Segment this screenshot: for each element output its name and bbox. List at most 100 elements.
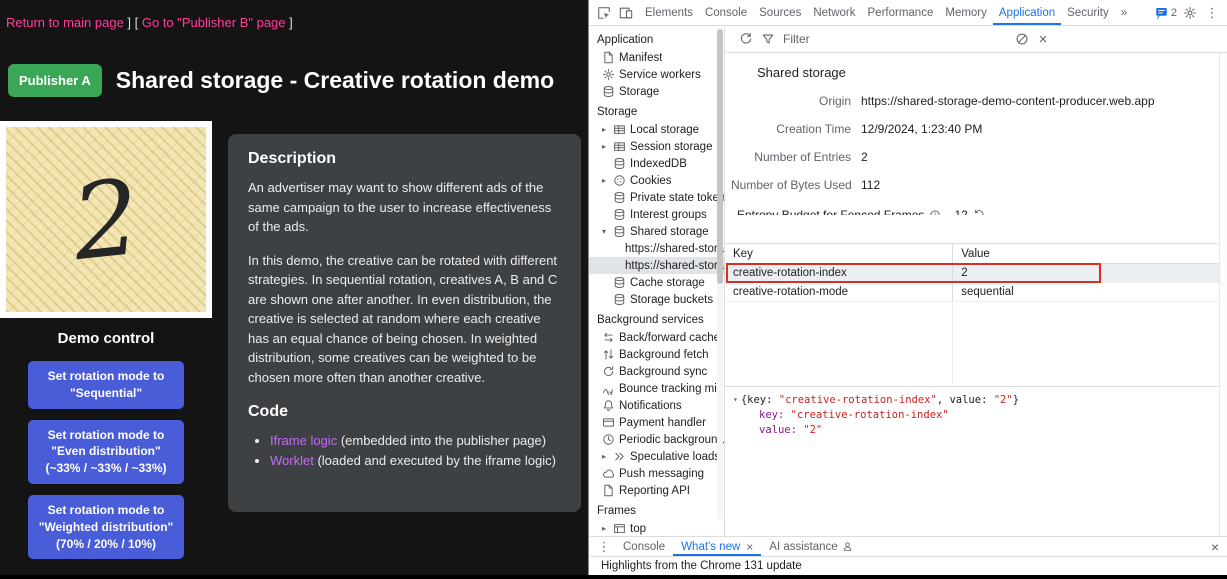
drawer-tab-console[interactable]: Console [615,537,673,556]
issues-count: 2 [1171,7,1177,19]
sidebar-item-local-storage[interactable]: ▸ Local storage [589,121,724,138]
table-row-creative-rotation-index[interactable]: creative-rotation-index 2 [725,264,1219,283]
caret-down-icon[interactable]: ▾ [602,227,613,236]
meta-entries-value: 2 [861,150,1227,164]
table-row-creative-rotation-mode[interactable]: creative-rotation-mode sequential [725,283,1219,302]
sidebar-item-cookies[interactable]: ▸ Cookies [589,172,724,189]
back-forward-arrows-icon [602,331,615,344]
close-drawer-icon[interactable]: × [1203,539,1227,555]
sidebar-item-background-fetch[interactable]: Background fetch [589,346,724,363]
rotation-weighted-distribution-button[interactable]: Set rotation mode to "Weighted distribut… [28,495,184,559]
sidebar-item-service-workers[interactable]: Service workers [589,66,724,83]
more-options-icon[interactable]: ⋮ [1201,2,1223,24]
sidebar-section-storage: Storage [589,100,724,121]
sidebar-item-background-sync[interactable]: Background sync [589,363,724,380]
link-separator: ] [ [124,15,142,30]
rotation-even-distribution-button[interactable]: Set rotation mode to "Even distribution"… [28,420,184,484]
settings-gear-icon[interactable] [1179,2,1201,24]
table-empty-area [725,302,1219,386]
sidebar-scrollbar[interactable] [717,29,723,519]
frame-icon [613,522,626,535]
shared-storage-table: Key Value creative-rotation-index 2 crea… [725,243,1219,386]
sidebar-item-private-state-tokens[interactable]: Private state tokens [589,189,724,206]
tab-sources[interactable]: Sources [753,0,807,25]
sidebar-item-notifications[interactable]: Notifications [589,397,724,414]
tab-application[interactable]: Application [993,0,1061,25]
expanded-caret-icon[interactable]: ▾ [733,392,738,407]
clear-all-icon[interactable] [1011,28,1033,50]
worklet-link[interactable]: Worklet [270,453,314,468]
issues-badge[interactable]: 2 [1155,6,1177,19]
tab-performance[interactable]: Performance [862,0,940,25]
sidebar-item-shared-storage[interactable]: ▾ Shared storage [589,223,724,240]
tab-memory[interactable]: Memory [939,0,993,25]
sidebar-section-application: Application [589,28,724,49]
inspect-element-icon[interactable] [593,2,615,24]
sidebar-item-bounce-tracking-mitigations[interactable]: Bounce tracking miti… [589,380,724,397]
column-header-key[interactable]: Key [725,244,952,263]
sidebar-item-session-storage[interactable]: ▸ Session storage [589,138,724,155]
caret-right-icon[interactable]: ▸ [602,125,613,134]
sidebar-item-back-forward-cache[interactable]: Back/forward cache [589,329,724,346]
sidebar-item-shared-storage-origin-2[interactable]: https://shared-storage… [589,257,724,274]
sidebar-item-shared-storage-origin-1[interactable]: https://shared-storage… [589,240,724,257]
meta-origin-label: Origin [731,94,851,108]
sidebar-item-storage[interactable]: Storage [589,83,724,100]
metadata-view: Shared storage Origin https://shared-sto… [725,53,1227,215]
tab-elements[interactable]: Elements [639,0,699,25]
more-tabs-icon[interactable]: » [1115,0,1133,25]
close-tab-icon[interactable]: × [746,540,753,554]
scrollbar-thumb[interactable] [717,29,723,284]
tab-console[interactable]: Console [699,0,753,25]
link-separator: ] [286,15,293,30]
sidebar-item-reporting-api[interactable]: Reporting API [589,482,724,499]
database-icon [613,191,626,204]
sidebar-item-payment-handler[interactable]: Payment handler [589,414,724,431]
sidebar-item-periodic-background-sync[interactable]: Periodic backgroun… [589,431,724,448]
caret-right-icon[interactable]: ▸ [602,452,613,461]
sidebar-item-storage-buckets[interactable]: Storage buckets [589,291,724,308]
sidebar-item-indexeddb[interactable]: IndexedDB [589,155,724,172]
info-icon[interactable] [929,209,941,215]
sidebar-item-frame-top[interactable]: ▸ top [589,520,724,536]
sidebar-item-speculative-loads[interactable]: ▸ Speculative loads [589,448,724,465]
devtools-body: Application Manifest Service workers Sto… [589,26,1227,536]
reset-budget-icon[interactable] [973,209,985,215]
iframe-logic-link[interactable]: Iframe logic [270,433,337,448]
drawer-menu-icon[interactable]: ⋮ [593,536,615,558]
publisher-page: Return to main page ] [ Go to "Publisher… [0,0,588,575]
ad-creative-frame: 2 [0,121,212,318]
caret-right-icon[interactable]: ▸ [602,142,613,151]
up-down-arrows-icon [602,348,615,361]
return-main-link[interactable]: Return to main page [6,15,124,30]
devtools-tab-strip: Elements Console Sources Network Perform… [639,0,1155,25]
column-header-value[interactable]: Value [952,244,1219,263]
device-toolbar-icon[interactable] [615,2,637,24]
table-icon [613,140,626,153]
sidebar-item-interest-groups[interactable]: Interest groups [589,206,724,223]
sidebar-item-push-messaging[interactable]: Push messaging [589,465,724,482]
drawer-tab-whats-new[interactable]: What's new × [673,537,761,556]
delete-selected-icon[interactable]: × [1033,31,1053,48]
document-icon [602,51,615,64]
panel-scrollbar[interactable] [1219,53,1227,536]
entropy-budget-value: 12 [954,208,967,215]
database-icon [602,85,615,98]
sidebar-item-cache-storage[interactable]: Cache storage [589,274,724,291]
rotation-sequential-button[interactable]: Set rotation mode to "Sequential" [28,361,184,409]
preview-summary[interactable]: ▾{key: "creative-rotation-index", value:… [733,392,1227,408]
filter-input[interactable] [783,32,973,46]
drawer-tab-ai-assistance[interactable]: AI assistance [761,537,860,556]
bell-icon [602,399,615,412]
document-icon [602,484,615,497]
caret-right-icon[interactable]: ▸ [602,176,613,185]
publisher-b-link[interactable]: Go to "Publisher B" page [142,15,286,30]
double-chevron-icon [613,450,626,463]
sidebar-section-background-services: Background services [589,308,724,329]
refresh-icon[interactable] [735,28,757,50]
caret-right-icon[interactable]: ▸ [602,524,613,533]
tab-network[interactable]: Network [807,0,861,25]
demo-control-title: Demo control [58,330,155,347]
tab-security[interactable]: Security [1061,0,1115,25]
sidebar-item-manifest[interactable]: Manifest [589,49,724,66]
